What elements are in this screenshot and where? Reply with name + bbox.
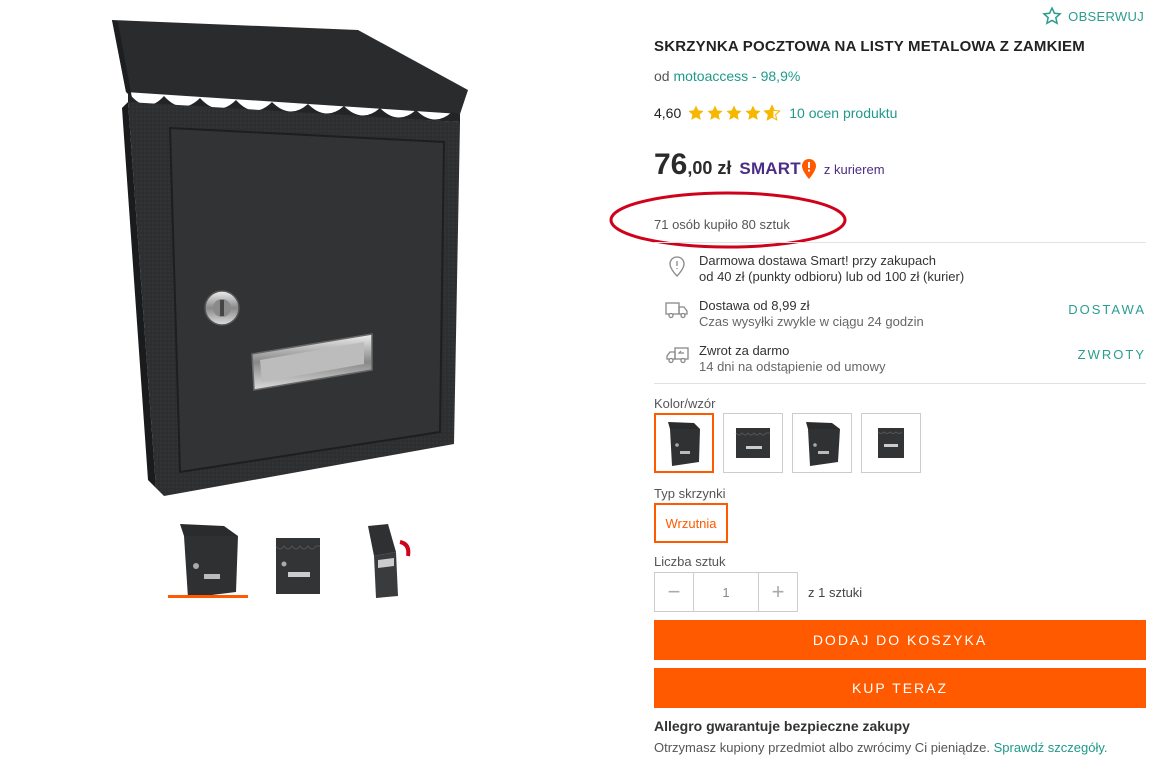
free-delivery-info: Darmowa dostawa Smart! przy zakupach od … [654, 253, 1146, 285]
type-option-wrzutnia[interactable]: Wrzutnia [654, 503, 728, 543]
color-label: Kolor/wzór [654, 396, 716, 411]
quantity-plus-button[interactable]: + [759, 573, 797, 611]
thumbnail-3[interactable] [352, 518, 432, 598]
guarantee-text: Otrzymasz kupiony przedmiot albo zwrócim… [654, 740, 1108, 755]
star-icon [726, 105, 742, 120]
variant-4[interactable] [861, 413, 921, 473]
price-integer: 76 [654, 148, 688, 181]
product-title: SKRZYNKA POCZTOWA NA LISTY METALOWA Z ZA… [654, 38, 1085, 55]
truck-icon [654, 298, 699, 330]
returns-info: Zwrot za darmo 14 dni na odstąpienie od … [654, 343, 1146, 375]
add-to-cart-button[interactable]: DODAJ DO KOSZYKA [654, 620, 1146, 660]
returns-line1: Zwrot za darmo [699, 343, 790, 358]
seller-line: od motoaccess - 98,9% [654, 68, 800, 84]
price: 76,00 zł [654, 148, 731, 182]
thumbnail-1[interactable] [168, 518, 248, 598]
location-pin-icon [801, 159, 816, 179]
rating-value: 4,60 [654, 105, 682, 121]
thumbnail-2[interactable] [260, 518, 340, 598]
returns-line2: 14 dni na odstąpienie od umowy [699, 359, 886, 374]
guarantee-details-link[interactable]: Sprawdź szczegóły. [994, 740, 1108, 755]
returns-text: Zwrot za darmo 14 dni na odstąpienie od … [699, 343, 885, 375]
delivery-link[interactable]: DOSTAWA [1068, 302, 1146, 317]
observe-label: OBSERWUJ [1068, 8, 1144, 24]
product-details: OBSERWUJ SKRZYNKA POCZTOWA NA LISTY META… [654, 0, 1146, 774]
seller-prefix: od [654, 68, 670, 84]
star-icon [745, 105, 761, 120]
star-half-icon [763, 104, 781, 121]
rating-stars [687, 104, 781, 122]
guarantee-body: Otrzymasz kupiony przedmiot albo zwrócim… [654, 740, 990, 755]
free-delivery-line1: Darmowa dostawa Smart! przy zakupach [699, 253, 936, 268]
star-icon [688, 105, 704, 120]
returns-link[interactable]: ZWROTY [1078, 347, 1146, 362]
thumbnail-strip [168, 518, 432, 598]
smart-label: SMART [739, 159, 801, 178]
quantity-available: z 1 sztuki [808, 584, 863, 600]
star-icon [707, 105, 723, 120]
star-outline-icon [1042, 6, 1062, 25]
free-delivery-line2: od 40 zł (punkty odbioru) lub od 100 zł … [699, 269, 965, 284]
return-truck-icon [654, 343, 699, 375]
rating: 4,60 10 ocen produktu [654, 104, 897, 122]
shipping-info: Dostawa od 8,99 zł Czas wysyłki zwykle w… [654, 298, 1146, 330]
smart-courier: z kurierem [823, 162, 885, 177]
smart-badge: SMART [739, 159, 816, 179]
type-label: Typ skrzynki [654, 486, 726, 501]
shipping-text: Dostawa od 8,99 zł Czas wysyłki zwykle w… [699, 298, 924, 330]
observe-button[interactable]: OBSERWUJ [1042, 6, 1144, 26]
location-icon [654, 253, 699, 285]
seller-link[interactable]: motoaccess - 98,9% [673, 68, 800, 84]
main-product-image[interactable] [108, 18, 473, 496]
quantity-box: − + [654, 572, 798, 612]
guarantee-title: Allegro gwarantuje bezpieczne zakupy [654, 718, 910, 734]
variant-2[interactable] [723, 413, 783, 473]
shipping-line2: Czas wysyłki zwykle w ciągu 24 godzin [699, 314, 924, 329]
variant-3[interactable] [792, 413, 852, 473]
variant-1[interactable] [654, 413, 714, 473]
quantity-stepper: − + z 1 sztuki [654, 572, 862, 612]
quantity-input[interactable] [693, 573, 759, 611]
free-delivery-text: Darmowa dostawa Smart! przy zakupach od … [699, 253, 964, 285]
price-decimals: ,00 zł [687, 158, 732, 178]
price-row: 76,00 zł SMART z kurierem [654, 148, 885, 182]
color-variants [654, 413, 921, 473]
ratings-link[interactable]: 10 ocen produktu [789, 105, 897, 121]
divider [654, 242, 1146, 243]
buy-now-button[interactable]: KUP TERAZ [654, 668, 1146, 708]
sold-count: 71 osób kupiło 80 sztuk [654, 217, 790, 232]
divider [654, 383, 1146, 384]
quantity-label: Liczba sztuk [654, 554, 726, 569]
shipping-line1: Dostawa od 8,99 zł [699, 298, 810, 313]
quantity-minus-button[interactable]: − [655, 573, 693, 611]
